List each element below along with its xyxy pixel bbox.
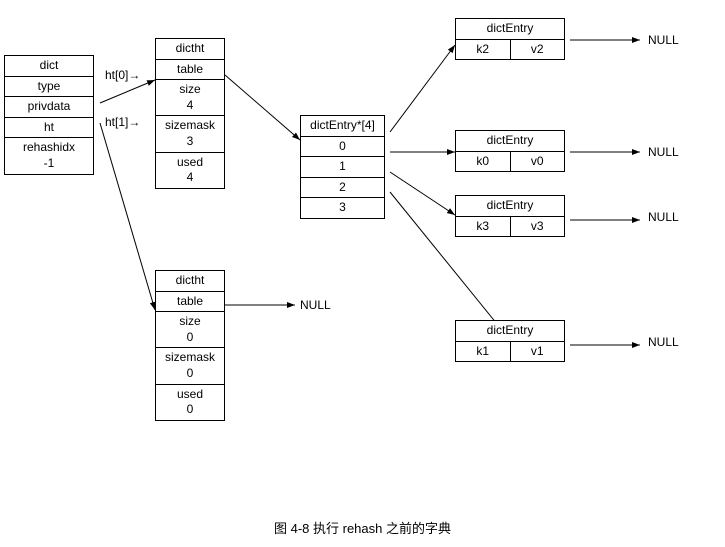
dictentry-k3v3-box: dictEntry k3 v3: [455, 195, 565, 237]
null-k1v1: NULL: [648, 335, 679, 349]
ht1-label: ht[1]→: [105, 115, 140, 129]
dictht-bottom-size: size0: [156, 312, 224, 348]
dictht-bottom-sizemask: sizemask0: [156, 348, 224, 384]
dictentry-k3v3-k: k3: [456, 217, 511, 237]
dict-box: dict type privdata ht rehashidx-1: [4, 55, 94, 175]
dictentry-k2v2-v: v2: [511, 40, 565, 60]
dictht-top-sizemask: sizemask3: [156, 116, 224, 152]
null-bottom-table: NULL: [300, 298, 331, 312]
dictht-top-box: dictht table size4 sizemask3 used4: [155, 38, 225, 189]
dictentry-k2v2-title: dictEntry: [456, 19, 564, 40]
dictentry-k0v0-box: dictEntry k0 v0: [455, 130, 565, 172]
ht0-label: ht[0]→: [105, 68, 140, 82]
arrows-svg: [0, 0, 725, 547]
dictentry-k1v1-box: dictEntry k1 v1: [455, 320, 565, 362]
null-k2v2: NULL: [648, 33, 679, 47]
dictentry-array-0: 0: [301, 137, 384, 158]
dictht-top-title: dictht: [156, 39, 224, 60]
dictentry-k2v2-box: dictEntry k2 v2: [455, 18, 565, 60]
dict-type: type: [5, 77, 93, 98]
dictentry-k0v0-v: v0: [511, 152, 565, 172]
diagram: dict type privdata ht rehashidx-1 ht[0]→…: [0, 0, 725, 547]
dictht-top-table: table: [156, 60, 224, 81]
dictentry-array-2: 2: [301, 178, 384, 199]
dict-rehashidx: rehashidx-1: [5, 138, 93, 173]
dictentry-k3v3-title: dictEntry: [456, 196, 564, 217]
dictentry-array-3: 3: [301, 198, 384, 218]
dictentry-k1v1-title: dictEntry: [456, 321, 564, 342]
dictht-bottom-title: dictht: [156, 271, 224, 292]
dictht-bottom-table: table: [156, 292, 224, 313]
dictentry-k2v2-k: k2: [456, 40, 511, 60]
dict-ht: ht: [5, 118, 93, 139]
dictentry-k1v1-k: k1: [456, 342, 511, 362]
dictentry-k0v0-title: dictEntry: [456, 131, 564, 152]
dictht-top-size: size4: [156, 80, 224, 116]
dictentry-array-title: dictEntry*[4]: [301, 116, 384, 137]
dictentry-array-1: 1: [301, 157, 384, 178]
null-k0v0: NULL: [648, 145, 679, 159]
null-k3v3: NULL: [648, 210, 679, 224]
dictentry-k1v1-v: v1: [511, 342, 565, 362]
dictentry-array-box: dictEntry*[4] 0 1 2 3: [300, 115, 385, 219]
dict-privdata: privdata: [5, 97, 93, 118]
figure-caption: 图 4-8 执行 rehash 之前的字典: [274, 518, 451, 537]
dict-title: dict: [5, 56, 93, 77]
dictht-bottom-used: used0: [156, 385, 224, 420]
dictht-top-used: used4: [156, 153, 224, 188]
dictentry-k0v0-k: k0: [456, 152, 511, 172]
dictentry-k3v3-v: v3: [511, 217, 565, 237]
dictht-bottom-box: dictht table size0 sizemask0 used0: [155, 270, 225, 421]
